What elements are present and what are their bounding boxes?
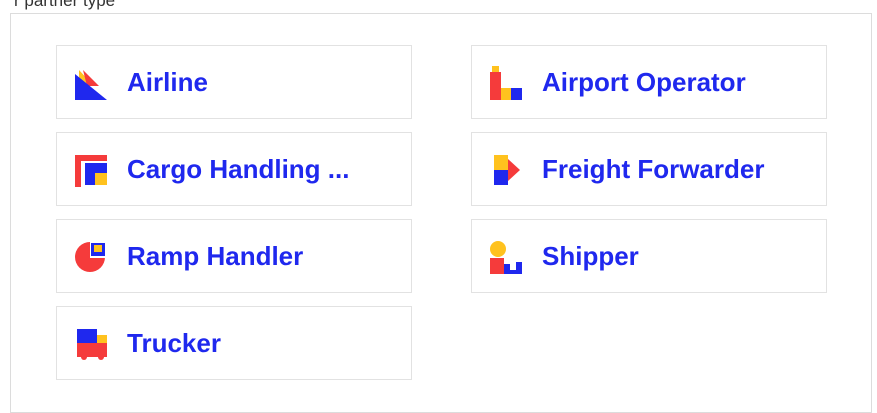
tile-shipper-label: Shipper [542, 241, 639, 271]
tile-cargo-handling-label: Cargo Handling ... [127, 154, 350, 184]
partner-type-panel: Airline Airport Operator Cargo Handling … [10, 13, 872, 413]
trucker-icon [73, 327, 109, 361]
airline-icon [73, 66, 109, 100]
tile-ramp-handler[interactable]: Ramp Handler [56, 219, 412, 293]
tile-trucker[interactable]: Trucker [56, 306, 412, 380]
tile-airline[interactable]: Airline [56, 45, 412, 119]
cargo-handling-icon [73, 153, 109, 187]
tile-airline-label: Airline [127, 67, 208, 97]
shipper-icon [488, 240, 524, 274]
tile-airport-operator-label: Airport Operator [542, 67, 746, 97]
tile-shipper[interactable]: Shipper [471, 219, 827, 293]
airport-operator-icon [488, 66, 524, 100]
tile-cargo-handling[interactable]: Cargo Handling ... [56, 132, 412, 206]
partner-type-label: r partner type [14, 0, 116, 10]
tile-freight-forwarder-label: Freight Forwarder [542, 154, 765, 184]
freight-forwarder-icon [488, 153, 524, 187]
ramp-handler-icon [73, 240, 109, 274]
tile-airport-operator[interactable]: Airport Operator [471, 45, 827, 119]
tile-ramp-handler-label: Ramp Handler [127, 241, 304, 271]
tile-freight-forwarder[interactable]: Freight Forwarder [471, 132, 827, 206]
tile-trucker-label: Trucker [127, 328, 221, 358]
